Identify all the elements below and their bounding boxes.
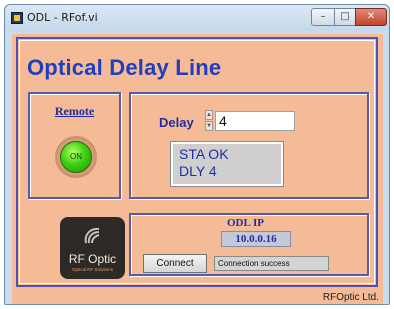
status-line: DLY 4 <box>179 163 217 179</box>
triangle-up-icon[interactable]: ▲ <box>205 110 213 120</box>
status-line: STA OK <box>179 146 229 162</box>
rf-optic-logo-icon <box>84 227 100 244</box>
maximize-button[interactable]: □ <box>334 8 356 26</box>
minimize-button[interactable]: – <box>311 8 335 26</box>
title-bar[interactable]: ODL - RFof.vi – □ ✕ <box>5 5 389 31</box>
front-panel: Optical Delay Line Remote ON Delay ▲ ▼ 4… <box>12 34 383 304</box>
remote-section: Remote ON <box>28 92 121 199</box>
status-display: STA OK DLY 4 <box>170 141 284 187</box>
app-window: ODL - RFof.vi – □ ✕ Optical Delay Line R… <box>4 4 390 305</box>
footer-text: RFOptic Ltd. <box>322 292 379 303</box>
connect-button[interactable]: Connect <box>143 254 207 273</box>
close-button[interactable]: ✕ <box>355 8 387 26</box>
page-title: Optical Delay Line <box>27 55 222 80</box>
odl-ip-label: ODL IP <box>227 217 264 229</box>
delay-input[interactable]: 4 <box>215 111 295 131</box>
remote-label: Remote <box>54 104 95 118</box>
rf-optic-logo: RF Optic Optical RF Solutions <box>60 217 125 279</box>
app-icon <box>11 12 23 24</box>
led-bezel: ON <box>55 136 97 178</box>
connection-status-field: Connection success <box>214 256 329 271</box>
odl-ip-section: ODL IP 10.0.0.16 Connect Connection succ… <box>129 213 369 276</box>
remote-on-led-button[interactable]: ON <box>60 141 92 173</box>
window-title: ODL - RFof.vi <box>27 11 98 24</box>
logo-text: RF Optic <box>68 252 117 266</box>
logo-subtext: Optical RF Solutions <box>71 267 114 272</box>
triangle-down-icon[interactable]: ▼ <box>205 121 213 131</box>
delay-section: Delay ▲ ▼ 4 STA OK DLY 4 <box>129 92 369 199</box>
delay-label: Delay <box>159 115 194 130</box>
ip-address-field[interactable]: 10.0.0.16 <box>221 231 291 247</box>
delay-spinner: ▲ ▼ <box>205 110 213 132</box>
